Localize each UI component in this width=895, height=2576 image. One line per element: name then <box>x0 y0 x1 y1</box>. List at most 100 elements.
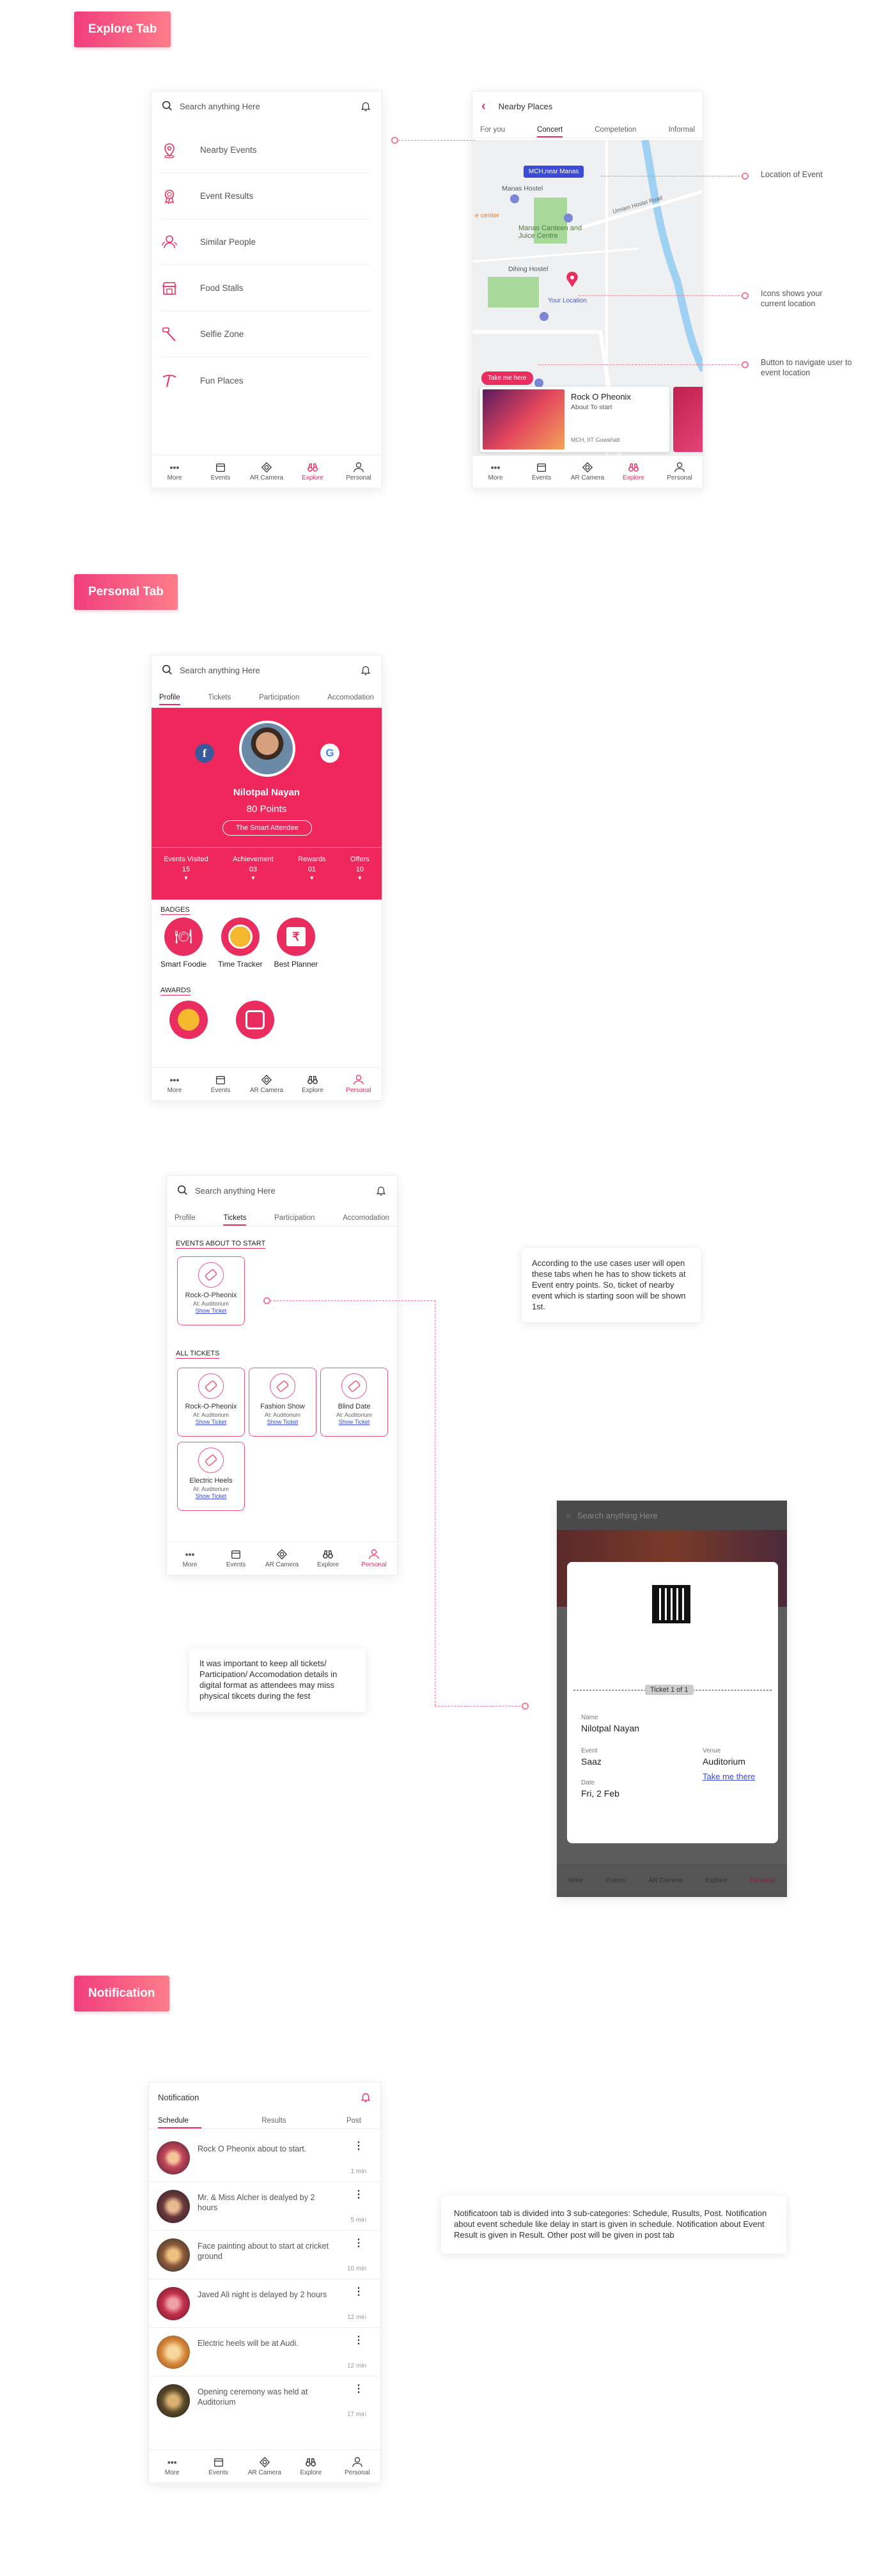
ticket-card[interactable]: Electric Heels At: Auditorium Show Ticke… <box>177 1442 245 1511</box>
menu-event-results[interactable]: Event Results <box>160 173 370 219</box>
tab-participation[interactable]: Participation <box>274 1214 315 1226</box>
nav-personal[interactable]: Personal <box>339 2456 375 2476</box>
nav-ar-camera[interactable]: AR Camera <box>249 462 284 481</box>
event-card[interactable]: Rock O Pheonix About To start MCH, IIT G… <box>480 387 669 452</box>
stat-rewards[interactable]: Rewards 01 ▼ <box>298 855 325 900</box>
notification-item[interactable]: Javed Ali night is delayed by 2 hours ⋮ … <box>149 2279 380 2328</box>
nav-personal[interactable]: Personal <box>341 1074 377 1094</box>
nav-events[interactable]: Events <box>218 1549 254 1568</box>
show-ticket-link[interactable]: Show Ticket <box>196 1493 227 1499</box>
more-vert-icon[interactable]: ⋮ <box>354 2336 364 2346</box>
bell-icon[interactable] <box>360 100 371 112</box>
notification-item[interactable]: Face painting about to start at cricket … <box>149 2231 380 2279</box>
ticket-card[interactable]: Rock-O-Pheonix At: Auditorium Show Ticke… <box>177 1368 245 1437</box>
nav-explore[interactable]: Explore <box>295 462 331 481</box>
nav-events[interactable]: Events <box>524 462 559 481</box>
badge-best-planner[interactable]: ₹ Best Planner <box>274 917 318 969</box>
tab-informal[interactable]: Informal <box>668 126 695 137</box>
nav-ar-camera[interactable]: AR Camera <box>264 1549 300 1568</box>
tab-accomodation[interactable]: Accomodation <box>327 694 374 705</box>
tab-results[interactable]: Results <box>261 2117 286 2128</box>
nav-more[interactable]: ••• More <box>478 462 513 481</box>
tab-tickets[interactable]: Tickets <box>208 694 231 705</box>
ticket-card[interactable]: Rock-O-Pheonix At: Auditorium Show Ticke… <box>177 1256 245 1325</box>
menu-label: Fun Places <box>200 375 244 386</box>
event-location-marker[interactable]: MCH,near Manas <box>524 166 584 178</box>
more-vert-icon[interactable]: ⋮ <box>354 2287 364 2297</box>
show-ticket-link[interactable]: Show Ticket <box>267 1419 299 1425</box>
tab-profile[interactable]: Profile <box>159 694 180 705</box>
google-icon[interactable]: G <box>320 744 339 763</box>
nav-events[interactable]: Events <box>203 1074 238 1094</box>
notification-item[interactable]: Opening ceremony was held at Auditorium … <box>149 2377 380 2425</box>
notification-item[interactable]: Mr. & Miss Alcher is dealyed by 2 hours … <box>149 2182 380 2231</box>
event-card-next[interactable] <box>673 387 703 452</box>
nav-more[interactable]: ••• More <box>154 2456 190 2476</box>
tab-accomodation[interactable]: Accomodation <box>343 1214 389 1226</box>
notification-item[interactable]: Rock O Pheonix about to start. ⋮ 1 min <box>149 2134 380 2182</box>
nav-events[interactable]: Events <box>203 462 238 481</box>
tab-for-you[interactable]: For you <box>480 126 505 137</box>
menu-fun-places[interactable]: Fun Places <box>160 357 370 403</box>
nav-more[interactable]: ••• More <box>157 462 192 481</box>
bell-icon[interactable] <box>360 664 371 676</box>
more-vert-icon[interactable]: ⋮ <box>354 2141 364 2151</box>
show-ticket-link[interactable]: Show Ticket <box>339 1419 370 1425</box>
map-view[interactable]: MCH,near Manas Manas Hostel e center Man… <box>472 140 703 456</box>
facebook-icon[interactable]: f <box>195 744 214 763</box>
more-vert-icon[interactable]: ⋮ <box>354 2190 364 2200</box>
nav-explore[interactable]: Explore <box>310 1549 346 1568</box>
menu-selfie-zone[interactable]: Selfie Zone <box>160 311 370 357</box>
nav-ar-camera[interactable]: AR Camera <box>570 462 605 481</box>
nav-explore[interactable]: Explore <box>293 2456 329 2476</box>
tab-participation[interactable]: Participation <box>259 694 299 705</box>
nav-more[interactable]: ••• More <box>157 1074 192 1094</box>
tab-concert[interactable]: Concert <box>536 126 563 137</box>
nav-more[interactable]: ••• More <box>172 1549 208 1568</box>
badge-smart-foodie[interactable]: 🍽 Smart Foodie <box>160 917 206 969</box>
search-bar[interactable]: Search anything Here <box>152 655 382 685</box>
bottom-nav: ••• More Events AR Camera Explore Persona… <box>167 1542 397 1575</box>
menu-nearby-events[interactable]: Nearby Events <box>160 127 370 173</box>
tab-profile[interactable]: Profile <box>175 1214 196 1226</box>
tab-post[interactable]: Post <box>346 2117 371 2128</box>
back-icon[interactable]: ‹ <box>481 99 486 114</box>
menu-food-stalls[interactable]: Food Stalls <box>160 265 370 311</box>
stat-offers[interactable]: Offers 10 ▼ <box>350 855 370 900</box>
nav-label: Personal <box>667 474 692 481</box>
search-bar[interactable]: Search anything Here <box>167 1176 397 1205</box>
bell-icon[interactable] <box>375 1185 387 1196</box>
nav-personal[interactable]: Personal <box>662 462 697 481</box>
more-vert-icon[interactable]: ⋮ <box>354 2238 364 2249</box>
search-icon <box>177 1185 187 1195</box>
tab-tickets[interactable]: Tickets <box>223 1214 247 1226</box>
nav-personal[interactable]: Personal <box>356 1549 392 1568</box>
take-me-here-button[interactable]: Take me here <box>481 371 533 385</box>
nav-events[interactable]: Events <box>201 2456 237 2476</box>
show-ticket-link[interactable]: Show Ticket <box>196 1308 227 1314</box>
search-icon <box>162 664 172 675</box>
tab-schedule[interactable]: Schedule <box>158 2117 201 2128</box>
search-bar[interactable]: Search anything Here <box>152 91 382 121</box>
badge-time-tracker[interactable]: Time Tracker <box>218 917 263 969</box>
award-2[interactable] <box>236 1001 274 1039</box>
take-me-there-link[interactable]: Take me there <box>703 1772 755 1781</box>
more-vert-icon[interactable]: ⋮ <box>354 2384 364 2394</box>
stat-events-visited[interactable]: Events Visited 15 ▼ <box>164 855 208 900</box>
nav-explore[interactable]: Explore <box>616 462 651 481</box>
modal-venue-label: Venue <box>703 1747 721 1754</box>
ticket-card[interactable]: Fashion Show At: Auditorium Show Ticket <box>249 1368 316 1437</box>
award-1[interactable] <box>169 1001 208 1039</box>
stat-achievement[interactable]: Achievement 03 ▼ <box>233 855 274 900</box>
menu-similar-people[interactable]: Similar People <box>160 219 370 265</box>
notification-item[interactable]: Electric heels will be at Audi. ⋮ 12 min <box>149 2328 380 2377</box>
nav-explore[interactable]: Explore <box>295 1074 331 1094</box>
nav-ar-camera[interactable]: AR Camera <box>249 1074 284 1094</box>
nav-ar-camera[interactable]: AR Camera <box>247 2456 283 2476</box>
tab-competetion[interactable]: Competetion <box>595 126 636 137</box>
show-ticket-link[interactable]: Show Ticket <box>196 1419 227 1425</box>
nav-personal[interactable]: Personal <box>341 462 377 481</box>
ticket-card[interactable]: Blind Date At: Auditorium Show Ticket <box>320 1368 388 1437</box>
bell-icon[interactable] <box>360 2091 371 2103</box>
notification-message: Electric heels will be at Audi. <box>198 2339 299 2348</box>
